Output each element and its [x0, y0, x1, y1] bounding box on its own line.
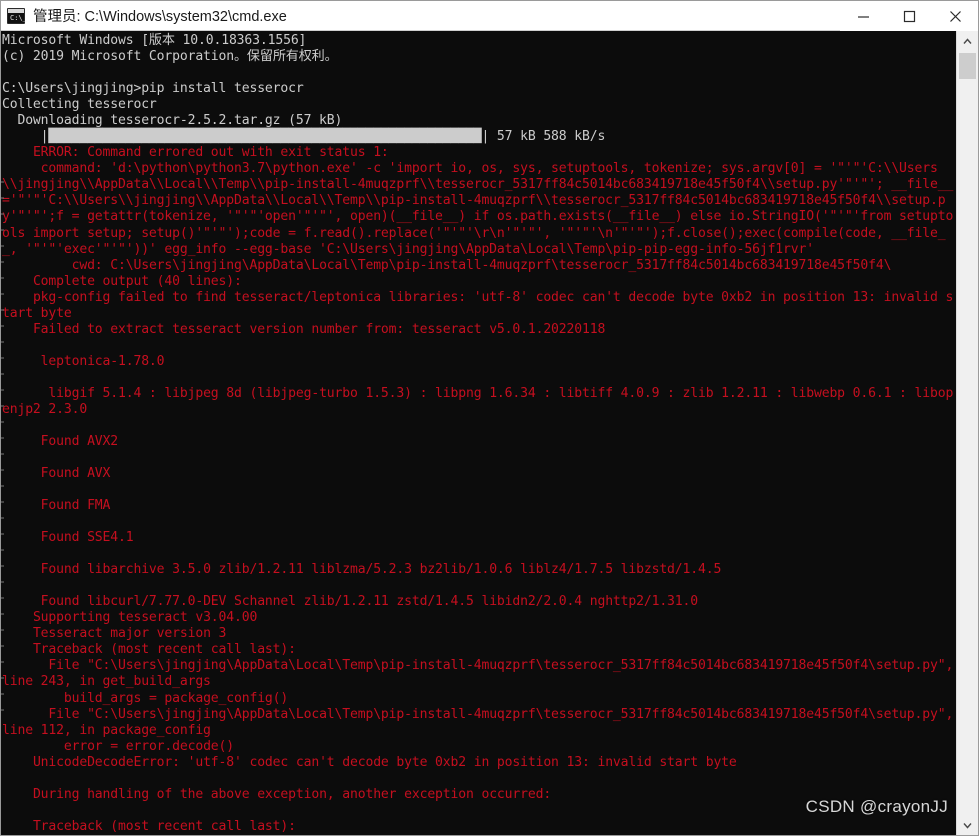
console-line: File "C:\Users\jingjing\AppData\Local\Te… — [2, 706, 954, 738]
console-line: Complete output (40 lines): — [2, 273, 242, 289]
close-button[interactable] — [932, 1, 978, 31]
scrollbar-thumb[interactable] — [959, 53, 976, 79]
console-line: Found AVX2 — [2, 433, 119, 449]
console-line: Found AVX — [2, 466, 111, 482]
console-line: Downloading tesserocr-2.5.2.tar.gz (57 k… — [2, 113, 343, 129]
console-line: cwd: C:\Users\jingjing\AppData\Local\Tem… — [2, 257, 892, 273]
console-area[interactable]: Microsoft Windows [版本 10.0.18363.1556] (c… — [1, 31, 978, 835]
console-line: |███████████████████████████████████████… — [2, 129, 606, 145]
chevron-up-icon — [963, 37, 972, 44]
console-line: (c) 2019 Microsoft Corporation。保留所有权利。 — [2, 49, 338, 65]
console-line: leptonica-1.78.0 — [2, 353, 165, 369]
console-line: Failed to extract tesseract version numb… — [2, 321, 606, 337]
console-line: Found libcurl/7.77.0-DEV Schannel zlib/1… — [2, 594, 698, 610]
console-line: File "C:\Users\jingjing\AppData\Local\Te… — [2, 658, 954, 690]
csdn-watermark: CSDN @crayonJJ — [805, 797, 948, 816]
console-line: Traceback (most recent call last): — [2, 818, 296, 834]
cmd-console-icon: C:\_ — [7, 7, 27, 24]
scroll-down-arrow[interactable] — [957, 815, 978, 835]
window-controls — [840, 1, 978, 31]
console-line: error = error.decode() — [2, 738, 235, 754]
title-bar[interactable]: C:\_ 管理员: C:\Windows\system32\cmd.exe — [1, 1, 978, 31]
console-line: UnicodeDecodeError: 'utf-8' codec can't … — [2, 754, 737, 770]
console-line: Supporting tesseract v3.04.00 — [2, 610, 258, 626]
maximize-button[interactable] — [886, 1, 932, 31]
console-line: build_args = package_config() — [2, 690, 289, 706]
window-title: 管理员: C:\Windows\system32\cmd.exe — [33, 9, 287, 25]
console-scrollbar[interactable] — [956, 31, 978, 835]
console-line: pkg-config failed to find tesseract/lept… — [2, 289, 954, 321]
console-line: Traceback (most recent call last): — [2, 642, 296, 658]
console-output: Microsoft Windows [版本 10.0.18363.1556] (c… — [1, 31, 956, 835]
cmd-window: C:\_ 管理员: C:\Windows\system32\cmd.exe Mi… — [0, 0, 979, 836]
maximize-icon — [903, 10, 915, 22]
console-line: Found SSE4.1 — [2, 530, 134, 546]
console-line: C:\Users\jingjing>pip install tesserocr — [2, 81, 304, 97]
minimize-button[interactable] — [840, 1, 886, 31]
console-line: Microsoft Windows [版本 10.0.18363.1556] — [2, 33, 307, 48]
console-line: command: 'd:\python\python3.7\python.exe… — [2, 161, 954, 257]
console-line: libgif 5.1.4 : libjpeg 8d (libjpeg-turbo… — [2, 385, 954, 417]
close-icon — [949, 10, 961, 22]
minimize-icon — [857, 15, 869, 18]
scroll-up-arrow[interactable] — [957, 31, 978, 51]
console-line: Found libarchive 3.5.0 zlib/1.2.11 liblz… — [2, 562, 722, 578]
console-line: Found FMA — [2, 498, 111, 514]
console-line: Tesseract major version 3 — [2, 626, 227, 642]
console-line: ERROR: Command errored out with exit sta… — [2, 145, 389, 161]
console-line: Collecting tesserocr — [2, 97, 157, 113]
chevron-down-icon — [963, 822, 972, 829]
